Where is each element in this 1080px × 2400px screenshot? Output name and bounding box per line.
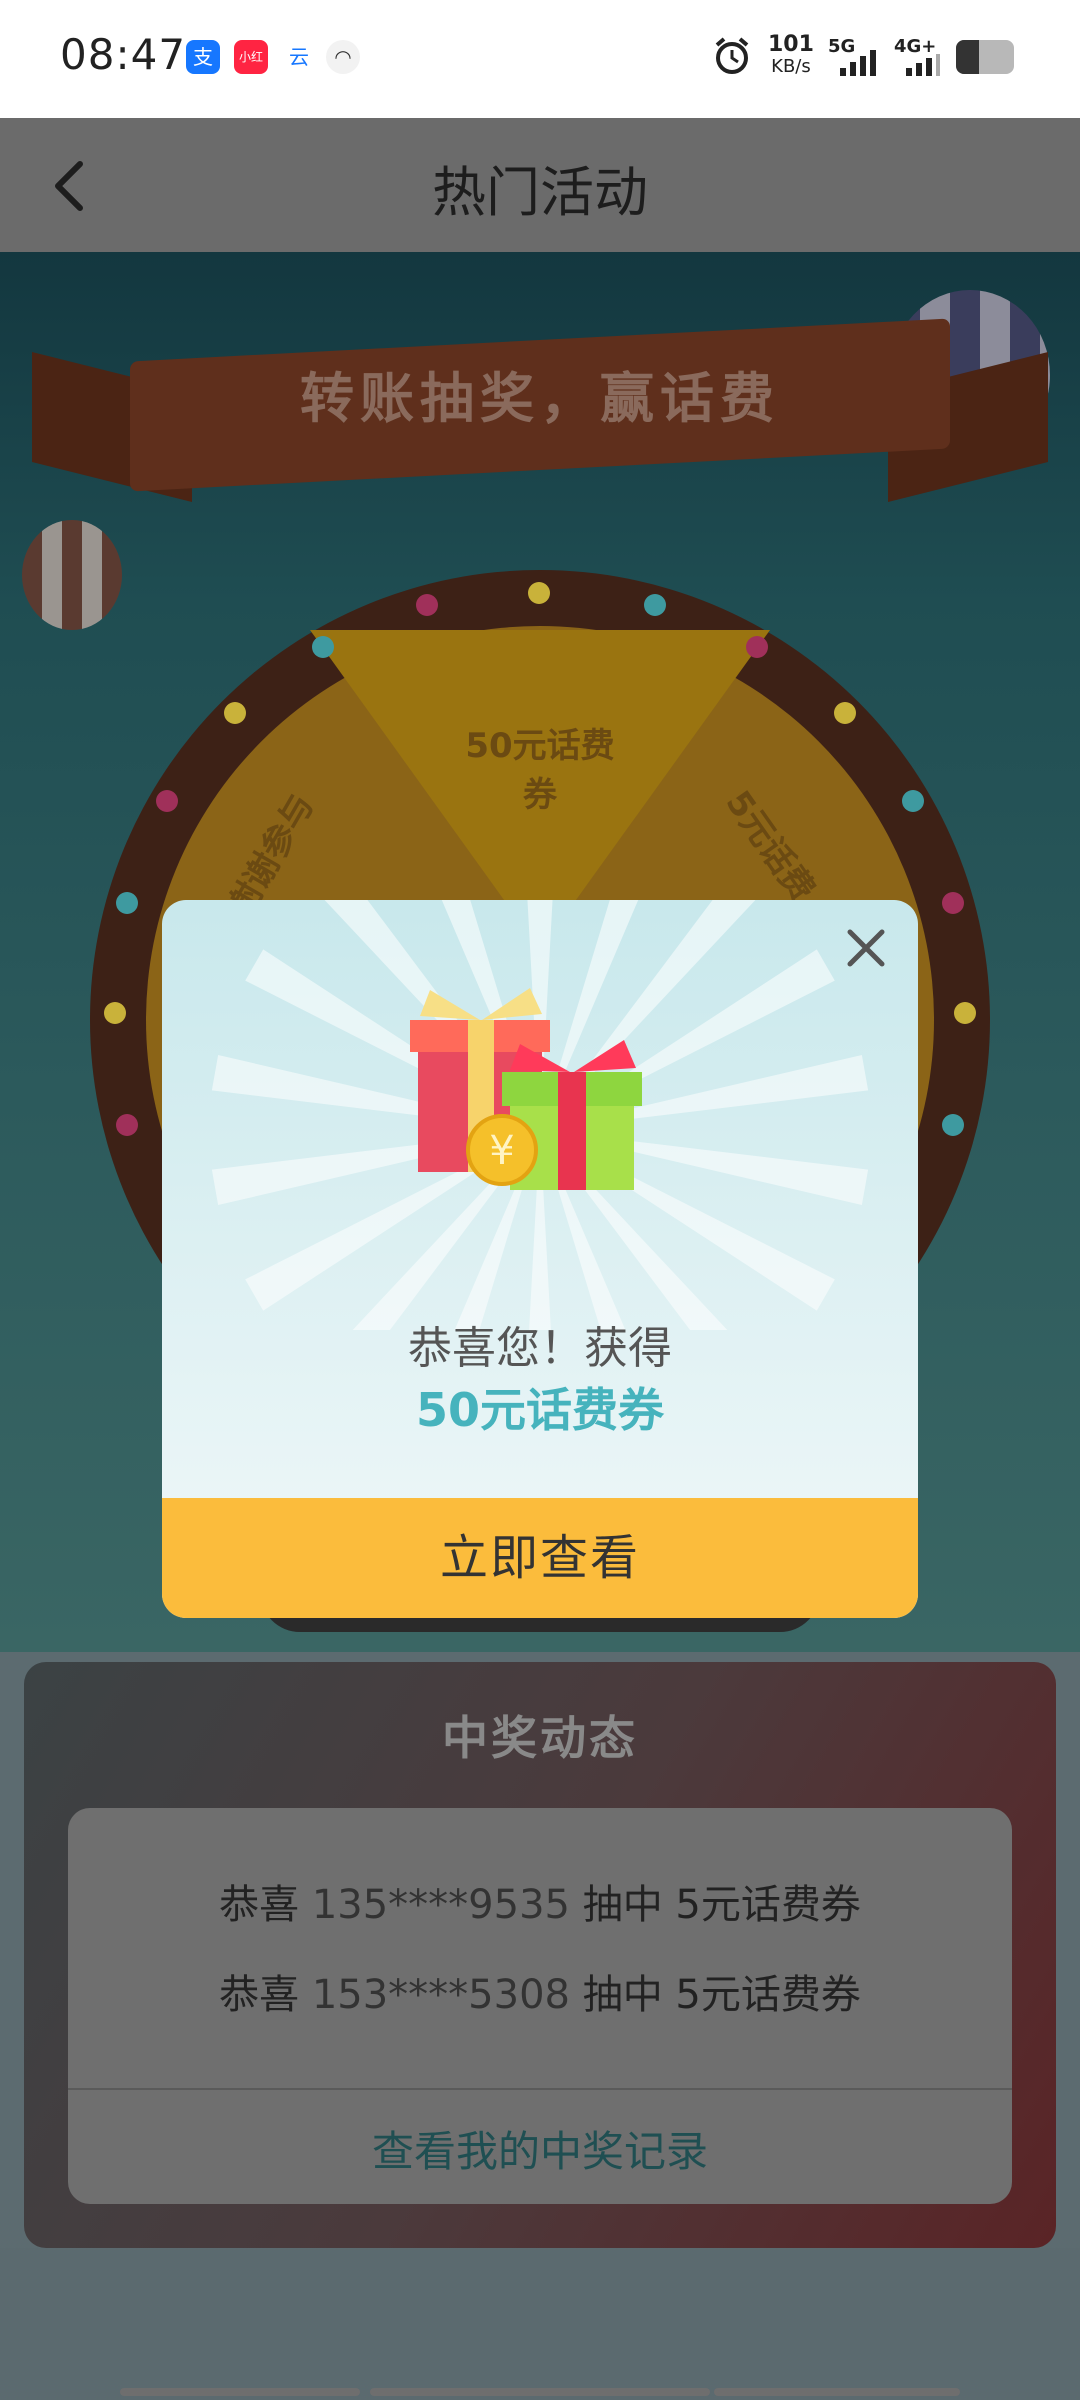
status-time: 08:47	[60, 30, 187, 79]
wheel-light	[104, 1002, 126, 1024]
tab-indicator	[120, 2388, 360, 2396]
wheel-light	[416, 594, 438, 616]
modal-message: 恭喜您！获得	[408, 1323, 672, 1374]
alarm-icon	[715, 37, 749, 74]
view-now-button[interactable]: 立即查看	[162, 1498, 918, 1618]
network-speed: 101 KB/s	[768, 32, 814, 78]
wheel-label-50: 50元话费券	[465, 726, 615, 815]
balloon-decoration-2	[22, 520, 122, 630]
banner-title: 转账抽奖，赢话费	[300, 367, 780, 430]
winners-card: 恭喜 135****9535 抽中 5元话费券 恭喜 153****5308 抽…	[68, 1808, 1012, 2204]
tab-indicator	[714, 2388, 960, 2396]
wheel-light	[156, 790, 178, 812]
wheel-light	[528, 582, 550, 604]
view-my-prizes-link[interactable]: 查看我的中奖记录	[68, 2118, 1012, 2179]
signal-icon	[840, 50, 876, 76]
winners-title: 中奖动态	[442, 1711, 638, 1765]
tab-indicator	[370, 2388, 710, 2396]
page-title: 热门活动	[432, 161, 648, 224]
wheel-light	[942, 1114, 964, 1136]
wheel-light	[116, 892, 138, 914]
xiaohongshu-icon: 小红书	[234, 40, 268, 98]
battery-icon	[956, 40, 1014, 74]
divider	[68, 2088, 1012, 2090]
winner-row: 恭喜 135****9535 抽中 5元话费券	[219, 1882, 861, 1928]
wheel-light	[224, 702, 246, 724]
gift-icon: ¥	[410, 988, 642, 1190]
wheel-light	[746, 636, 768, 658]
dial-app-icon: ◠	[326, 40, 360, 74]
signal-icon-2	[906, 54, 940, 76]
page-header: 热门活动	[0, 118, 1080, 252]
winners-panel: 中奖动态 恭喜 135****9535 抽中 5元话费券 恭喜 153****5…	[24, 1662, 1056, 2248]
bottom-area	[0, 2248, 1080, 2400]
wheel-light	[116, 1114, 138, 1136]
status-bar: 08:47 支 小红书 云 ◠ 101 KB/s 5G 4G+	[0, 0, 1080, 118]
svg-text:¥: ¥	[489, 1128, 514, 1174]
wheel-light	[902, 790, 924, 812]
alipay-icon: 支	[186, 40, 220, 74]
wheel-light	[834, 702, 856, 724]
wheel-light	[312, 636, 334, 658]
wheel-light	[942, 892, 964, 914]
winner-row: 恭喜 153****5308 抽中 5元话费券	[219, 1972, 861, 2018]
wheel-light	[954, 1002, 976, 1024]
modal-prize: 50元话费券	[415, 1383, 664, 1437]
close-icon[interactable]	[844, 926, 888, 970]
prize-modal: ¥ 恭喜您！获得 50元话费券 立即查看	[162, 900, 918, 1618]
wheel-light	[644, 594, 666, 616]
cloud-app-icon: 云	[282, 40, 316, 74]
